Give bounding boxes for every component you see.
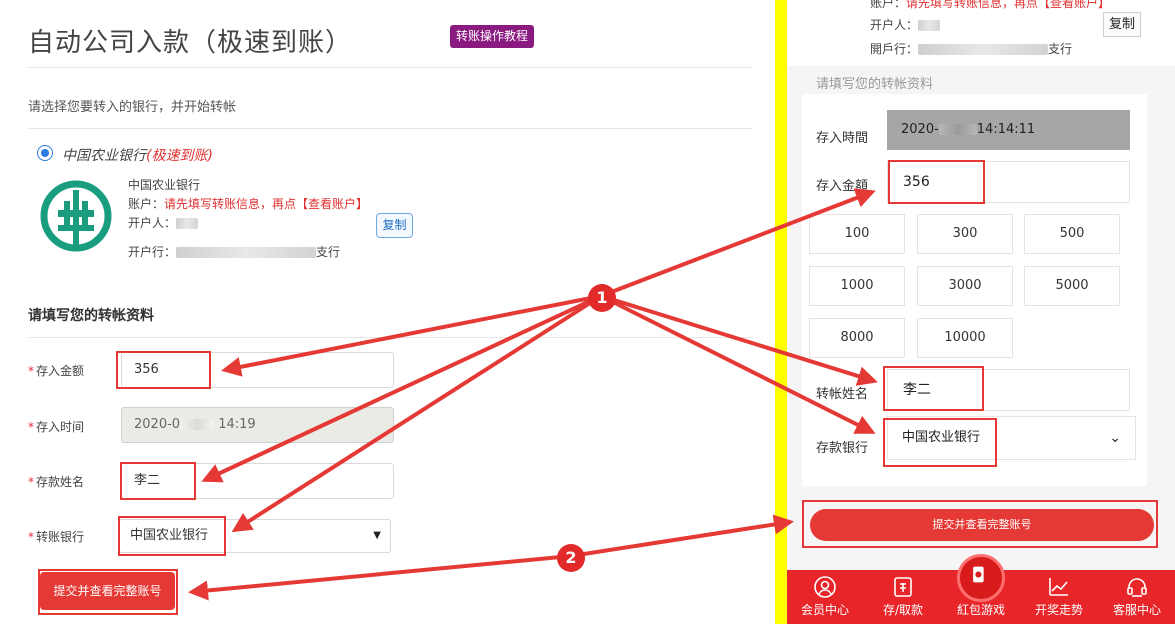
chart-trend-icon [1049,578,1068,596]
name-label: * 存款姓名 [28,475,85,489]
desktop-deposit-panel: 自动公司入款（极速到账） 转账操作教程 请选择您要转入的银行，并开始转帐 中国农… [0,0,775,624]
badge-2: 2 [557,544,585,572]
copy-button[interactable]: 复制 [376,213,413,238]
amount-option[interactable]: 3000 [917,266,1013,306]
highlight-submit [38,569,178,615]
r-holder-line: 开户人： [870,16,941,33]
highlight-bank [118,516,226,556]
bank-name-text: 中国农业银行 [128,178,201,192]
bank-option-label[interactable]: 中国农业银行(极速到账) [62,145,213,165]
headset-icon [1127,578,1147,597]
r-time-label: 存入時間 [816,131,869,146]
amount-label: * 存入金额 [28,364,85,378]
blurred-date [180,419,215,430]
r-time-field: 2020- 14:14:11 [887,110,1130,150]
bank-option-tag: (极速到账) [146,148,213,164]
r-copy-button[interactable]: 复制 [1103,12,1141,37]
r-section-title: 请填写您的转帐资料 [816,77,934,92]
blurred-holder [918,20,941,31]
abc-bank-logo-icon [40,180,112,252]
divider [28,67,752,68]
r-name-label: 转帐姓名 [816,387,869,402]
section-title: 请填写您的转帐资料 [28,308,154,324]
bank-radio[interactable] [37,145,53,161]
tab-member-center[interactable]: 会员中心 [789,570,861,624]
amount-option[interactable]: 1000 [809,266,905,306]
user-icon [814,576,836,598]
r-branch-line: 開戶行： 支行 [870,42,1073,56]
r-bank-label: 存款银行 [816,441,869,456]
highlight-r-submit [802,500,1158,548]
amount-option[interactable]: 8000 [809,318,905,358]
amount-option[interactable]: 100 [809,214,905,254]
tab-customer-service[interactable]: 客服中心 [1101,570,1173,624]
caret-down-icon: ▼ [373,530,381,541]
badge-1: 1 [588,284,616,312]
chevron-down-icon: ⌄ [1109,430,1121,446]
r-account-line: 账户：请先填写转账信息，再点【查看账户】 [870,0,1111,10]
page-title: 自动公司入款（极速到账） [28,28,353,58]
choose-bank-text: 请选择您要转入的银行，并开始转帐 [28,100,237,115]
amount-option[interactable]: 5000 [1024,266,1120,306]
highlight-amount [116,351,211,389]
blurred-branch [176,247,317,258]
blurred-holder [176,218,199,229]
blurred-branch [918,44,1049,55]
r-amount-label: 存入金額 [816,179,869,194]
holder-line: 开户人： [128,214,199,231]
account-line: 账户：请先填写转账信息，再点【查看账户】 [128,197,369,211]
account-hint: 请先填写转账信息，再点【查看账户】 [164,197,369,211]
blurred-date [938,124,977,135]
time-label: * 存入时间 [28,420,85,434]
bank-option-name: 中国农业银行 [62,148,146,164]
tab-red-packet-game[interactable]: 紅包游戏 [945,570,1017,624]
wallet-icon [894,577,912,597]
tab-lottery-trend[interactable]: 开奖走势 [1023,570,1095,624]
tutorial-button[interactable]: 转账操作教程 [450,25,535,48]
highlight-name [120,462,196,500]
bank-label: * 转账银行 [28,530,85,544]
amount-option[interactable]: 500 [1024,214,1120,254]
branch-line: 开户行： 支行 [128,245,341,259]
panel-divider [775,0,787,624]
time-input: 2020-0 14:19 [121,407,394,443]
highlight-r-bank [883,418,997,467]
highlight-r-name [883,366,984,411]
amount-option[interactable]: 300 [917,214,1013,254]
highlight-r-amount [888,160,985,204]
divider [28,128,752,129]
divider [28,337,752,338]
amount-option[interactable]: 10000 [917,318,1013,358]
account-info-card: 账户：请先填写转账信息，再点【查看账户】 开户人： 复制 開戶行： 支行 [787,0,1175,66]
tab-deposit-withdraw[interactable]: 存/取款 [867,570,939,624]
